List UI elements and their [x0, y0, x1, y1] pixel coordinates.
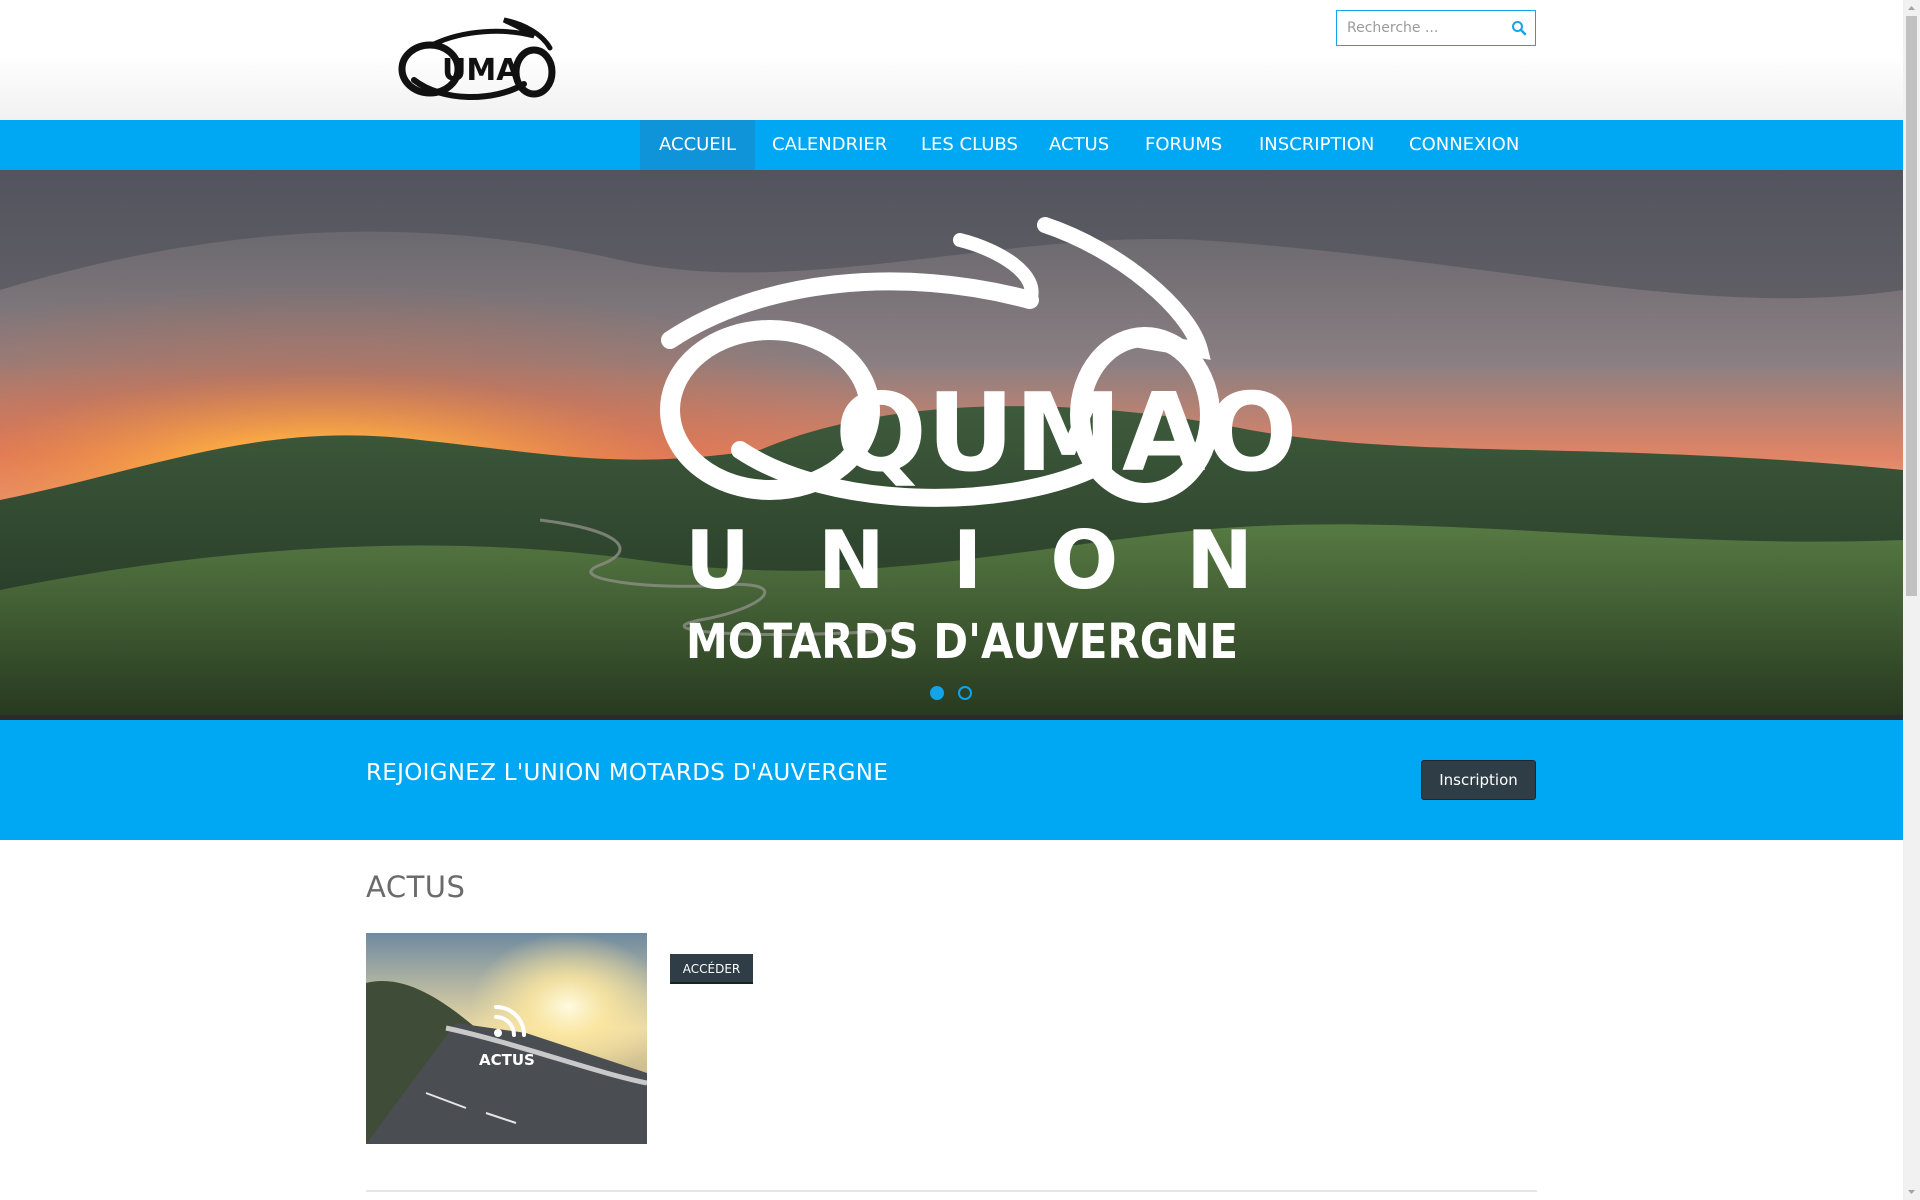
- nav-item-connexion[interactable]: CONNEXION: [1390, 120, 1538, 170]
- nav-item-actus[interactable]: ACTUS: [1030, 120, 1128, 170]
- hero-line-1: U N I O N: [685, 514, 1273, 607]
- slider-dot-1[interactable]: [930, 686, 944, 700]
- slider-dot-2[interactable]: [958, 686, 972, 700]
- site-logo[interactable]: UMA: [394, 14, 560, 104]
- section-divider: [366, 1190, 1537, 1192]
- svg-text:UMA: UMA: [442, 53, 520, 88]
- nav-item-forums[interactable]: FORUMS: [1126, 120, 1241, 170]
- actus-thumbnail[interactable]: ACTUS: [366, 933, 647, 1144]
- hero-slider[interactable]: QUMAO U N I O N MOTARDS D'AUVERGNE: [0, 170, 1903, 720]
- nav-item-inscription[interactable]: INSCRIPTION: [1240, 120, 1393, 170]
- hero-image: QUMAO U N I O N MOTARDS D'AUVERGNE: [0, 170, 1903, 720]
- hero-line-2: MOTARDS D'AUVERGNE: [686, 614, 1238, 670]
- nav-item-accueil[interactable]: ACCUEIL: [640, 120, 756, 170]
- hero-logo-text: QUMAO: [835, 371, 1297, 496]
- actus-thumb-label: ACTUS: [479, 1051, 535, 1069]
- scroll-up-arrow-icon[interactable]: [1903, 0, 1920, 16]
- join-banner: [0, 720, 1903, 840]
- inscription-button[interactable]: Inscription: [1421, 760, 1536, 800]
- main-nav: ACCUEIL CALENDRIER LES CLUBS ACTUS FORUM…: [0, 120, 1903, 170]
- search-box: [1336, 10, 1536, 46]
- section-title-actus: ACTUS: [366, 870, 466, 904]
- scrollbar-thumb[interactable]: [1906, 16, 1917, 596]
- search-icon[interactable]: [1511, 20, 1527, 36]
- actus-image: ACTUS: [366, 933, 647, 1144]
- site-header: [0, 0, 1903, 120]
- nav-item-calendrier[interactable]: CALENDRIER: [753, 120, 906, 170]
- join-title: REJOIGNEZ L'UNION MOTARDS D'AUVERGNE: [366, 760, 889, 786]
- search-input[interactable]: [1337, 11, 1507, 45]
- nav-item-les-clubs[interactable]: LES CLUBS: [902, 120, 1037, 170]
- scroll-down-arrow-icon[interactable]: [1903, 1184, 1920, 1200]
- acceder-button[interactable]: ACCÉDER: [670, 954, 753, 984]
